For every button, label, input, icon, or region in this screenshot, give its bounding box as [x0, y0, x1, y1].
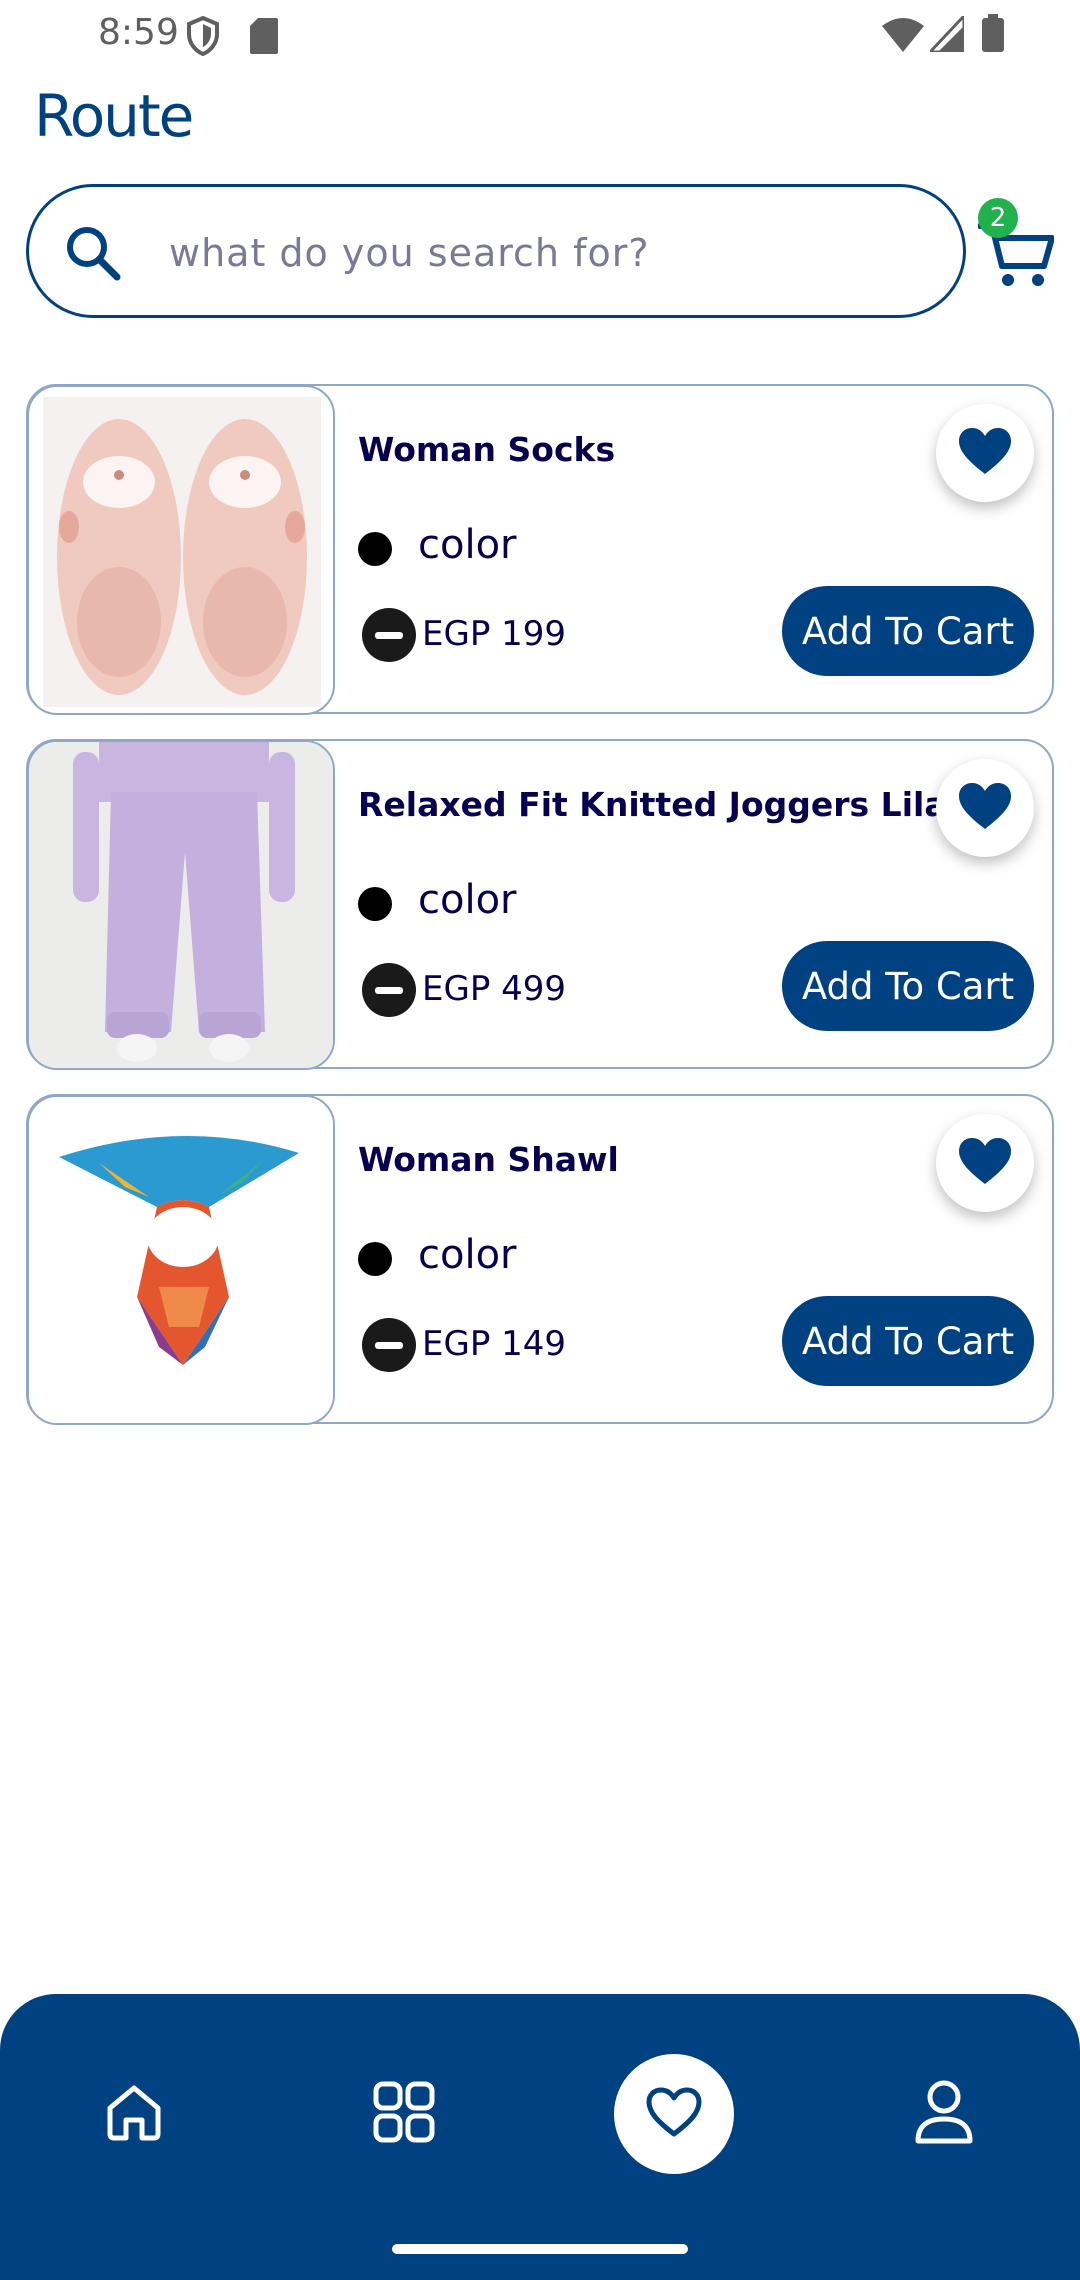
search-bar[interactable]: [26, 184, 966, 318]
gesture-home-bar[interactable]: [392, 2244, 688, 2254]
color-swatch: [358, 532, 392, 566]
color-label: color: [418, 1232, 517, 1278]
nav-profile[interactable]: [884, 2054, 1004, 2174]
favorite-button[interactable]: [936, 1114, 1034, 1212]
search-input[interactable]: [169, 215, 929, 291]
product-title: Relaxed Fit Knitted Joggers Lilac: [358, 785, 967, 824]
categories-grid-icon: [372, 2080, 436, 2149]
status-bar: 8:59: [0, 0, 1080, 70]
nav-home[interactable]: [74, 2054, 194, 2174]
bottom-navigation: [0, 1994, 1080, 2280]
product-price: EGP 199: [422, 614, 567, 654]
wifi-icon: [882, 18, 924, 57]
color-label: color: [418, 877, 517, 923]
product-image-socks[interactable]: [27, 385, 335, 715]
product-card[interactable]: Woman Shawl color EGP 149 Add To Cart: [26, 1094, 1054, 1425]
profile-icon: [914, 2079, 974, 2150]
cart-button[interactable]: 2: [970, 196, 1060, 296]
heart-filled-icon: [957, 781, 1013, 836]
product-title: Woman Shawl: [358, 1140, 619, 1179]
nav-categories[interactable]: [344, 2054, 464, 2174]
status-time: 8:59: [98, 12, 179, 53]
remove-icon[interactable]: [362, 1318, 416, 1372]
signal-icon: [926, 12, 966, 57]
add-to-cart-button[interactable]: Add To Cart: [782, 586, 1034, 676]
wishlist-product-list: Woman Socks color EGP 199 Add To Cart Re…: [26, 384, 1054, 1449]
product-image-joggers[interactable]: [27, 740, 335, 1070]
heart-filled-icon: [957, 1136, 1013, 1191]
add-to-cart-button[interactable]: Add To Cart: [782, 941, 1034, 1031]
battery-icon: [982, 14, 1004, 57]
home-icon: [102, 2080, 166, 2149]
cart-badge: 2: [978, 198, 1018, 238]
remove-icon[interactable]: [362, 963, 416, 1017]
search-icon: [63, 223, 123, 288]
favorite-button[interactable]: [936, 404, 1034, 502]
color-swatch: [358, 1242, 392, 1276]
remove-icon[interactable]: [362, 608, 416, 662]
product-title: Woman Socks: [358, 430, 616, 469]
product-price: EGP 499: [422, 969, 567, 1009]
route-logo: Route: [34, 82, 194, 150]
product-price: EGP 149: [422, 1324, 567, 1364]
color-label: color: [418, 522, 517, 568]
add-to-cart-button[interactable]: Add To Cart: [782, 1296, 1034, 1386]
favorite-button[interactable]: [936, 759, 1034, 857]
product-image-shawl[interactable]: [27, 1095, 335, 1425]
sd-card-icon: [250, 18, 278, 59]
heart-icon: [645, 2086, 703, 2143]
product-card[interactable]: Woman Socks color EGP 199 Add To Cart: [26, 384, 1054, 715]
heart-filled-icon: [957, 426, 1013, 481]
product-card[interactable]: Relaxed Fit Knitted Joggers Lilac color …: [26, 739, 1054, 1070]
shield-icon: [186, 15, 220, 61]
color-swatch: [358, 887, 392, 921]
nav-wishlist[interactable]: [614, 2054, 734, 2174]
